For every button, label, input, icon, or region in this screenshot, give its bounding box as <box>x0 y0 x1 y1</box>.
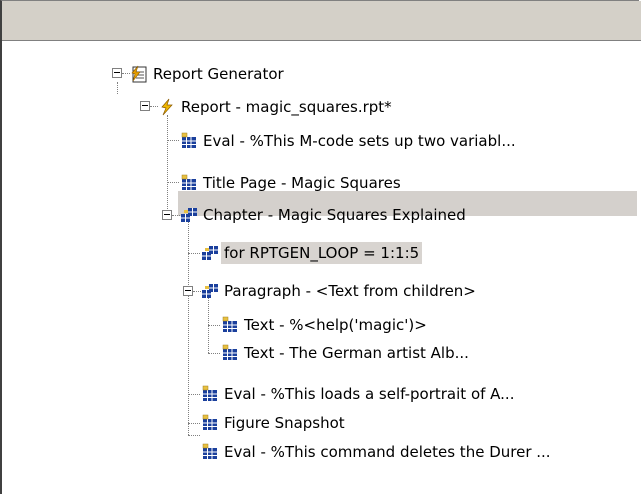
tree-node-label: Report Generator <box>153 65 284 83</box>
tree-node-label: Eval - %This command deletes the Durer .… <box>224 443 551 461</box>
tree-node-title-page[interactable]: Title Page - Magic Squares <box>180 171 404 195</box>
tree-connector <box>167 182 179 183</box>
tree-node-chapter[interactable]: Chapter - Magic Squares Explained <box>180 203 469 227</box>
tree-node-label: Paragraph - <Text from children> <box>224 282 476 300</box>
report-generator-icon <box>130 65 148 83</box>
tree-node-label: for RPTGEN_LOOP = 1:1:5 <box>221 242 423 264</box>
tree-connector <box>167 115 168 215</box>
tree-connector <box>188 423 200 424</box>
tree-connector <box>188 435 200 436</box>
tree-node-text-german[interactable]: Text - The German artist Alb... <box>221 341 472 365</box>
component-icon <box>221 344 239 362</box>
report-icon <box>158 98 176 116</box>
tree-node-eval-1[interactable]: Eval - %This M-code sets up two variabl.… <box>180 129 519 153</box>
tree-node-report-generator[interactable]: Report Generator <box>130 62 287 86</box>
tree-connector <box>193 291 201 292</box>
tree-connector <box>208 353 220 354</box>
expand-toggle[interactable] <box>183 286 193 296</box>
tree-node-label: Eval - %This loads a self-portrait of A.… <box>224 385 515 403</box>
component-icon <box>180 174 198 192</box>
tree-connector <box>188 253 200 254</box>
tree-connector <box>172 215 180 216</box>
expand-toggle[interactable] <box>112 68 122 78</box>
tree-node-text-help[interactable]: Text - %<help('magic')> <box>221 313 430 337</box>
tree-connector <box>208 325 220 326</box>
tree-connector <box>122 73 130 74</box>
tree-node-label: Chapter - Magic Squares Explained <box>203 206 466 224</box>
component-icon <box>201 385 219 403</box>
component-parent-icon <box>201 282 219 300</box>
tree-node-eval-3[interactable]: Eval - %This command deletes the Durer .… <box>201 440 554 464</box>
tree-node-paragraph[interactable]: Paragraph - <Text from children> <box>201 279 479 303</box>
component-parent-icon <box>201 244 219 262</box>
tree-node-label: Figure Snapshot <box>224 414 345 432</box>
component-icon <box>221 316 239 334</box>
tree-connector <box>117 82 118 94</box>
tree-connector <box>188 394 200 395</box>
component-icon <box>201 414 219 432</box>
tree-node-for-loop[interactable]: for RPTGEN_LOOP = 1:1:5 <box>201 241 423 265</box>
tree-node-label: Report - magic_squares.rpt* <box>181 98 392 116</box>
header-bar <box>2 1 641 41</box>
component-icon <box>180 132 198 150</box>
tree-node-label: Text - %<help('magic')> <box>244 316 427 334</box>
component-icon <box>201 443 219 461</box>
tree-node-figure-snapshot[interactable]: Figure Snapshot <box>201 411 348 435</box>
tree-node-label: Text - The German artist Alb... <box>244 344 469 362</box>
tree-node-eval-2[interactable]: Eval - %This loads a self-portrait of A.… <box>201 382 517 406</box>
expand-toggle[interactable] <box>140 101 150 111</box>
expand-toggle[interactable] <box>162 210 172 220</box>
tree-node-label: Eval - %This M-code sets up two variabl.… <box>203 132 516 150</box>
tree-connector <box>167 140 179 141</box>
tree-node-label: Title Page - Magic Squares <box>203 174 401 192</box>
tree-connector <box>150 106 158 107</box>
tree-node-report[interactable]: Report - magic_squares.rpt* <box>158 95 395 119</box>
component-parent-icon <box>180 206 198 224</box>
